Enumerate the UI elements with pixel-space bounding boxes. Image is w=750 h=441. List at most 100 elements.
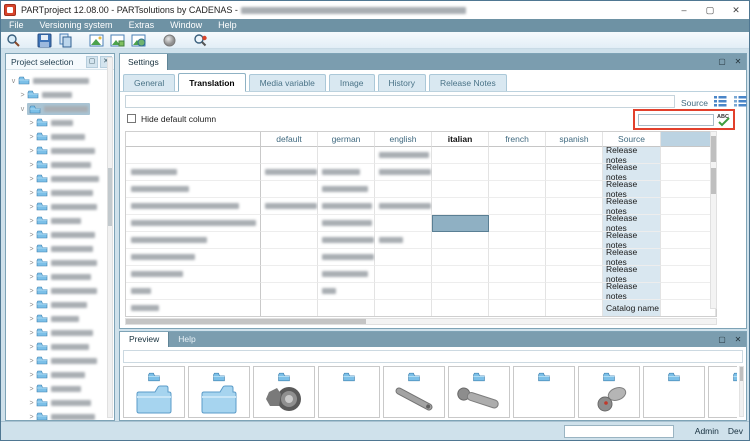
cell-spanish[interactable] [546,181,603,198]
cell-french[interactable] [489,198,546,215]
expand-icon[interactable]: > [27,190,36,197]
cell-french[interactable] [489,283,546,300]
tab-help[interactable]: Help [169,332,204,347]
expand-icon[interactable]: > [27,260,36,267]
cell-french[interactable] [489,232,546,249]
cell-default[interactable] [261,266,318,283]
image-globe-icon[interactable] [131,33,146,48]
cell-italian[interactable] [432,266,489,283]
cell-default[interactable] [261,215,318,232]
cell-extra[interactable] [661,266,716,283]
tab-release-notes[interactable]: Release Notes [429,74,507,91]
menu-extras[interactable]: Extras [121,19,163,32]
column-header-english[interactable]: english [375,132,432,147]
cell-english[interactable] [375,147,432,164]
tree-item-content[interactable] [27,86,72,104]
cell-extra[interactable] [661,283,716,300]
expand-icon[interactable]: > [27,218,36,225]
cell-header[interactable] [126,300,261,317]
tab-image[interactable]: Image [329,74,375,91]
menu-window[interactable]: Window [162,19,210,32]
expand-icon[interactable]: > [27,316,36,323]
tree-item-content[interactable] [36,408,95,420]
cell-german[interactable] [318,300,375,317]
settings-panel-title[interactable]: Settings [120,54,168,70]
table-search-input[interactable] [638,114,714,126]
close-button[interactable]: ✕ [723,1,749,19]
column-header-french[interactable]: french [489,132,546,147]
cell-german[interactable] [318,283,375,300]
menu-versioning-system[interactable]: Versioning system [32,19,121,32]
expand-icon[interactable]: > [18,92,27,99]
cell-german[interactable] [318,181,375,198]
preview-card[interactable] [383,366,445,418]
expand-icon[interactable]: > [27,176,36,183]
collapse-icon[interactable]: v [18,106,27,113]
preview-maximize-icon[interactable]: ▢ [714,332,730,348]
expand-icon[interactable]: > [27,358,36,365]
cell-german[interactable] [318,266,375,283]
cell-german[interactable] [318,147,375,164]
preview-card[interactable] [253,366,315,418]
settings-maximize-icon[interactable]: ▢ [714,54,730,70]
cell-header[interactable] [126,266,261,283]
tab-history[interactable]: History [378,74,426,91]
expand-icon[interactable]: > [27,302,36,309]
cell-french[interactable] [489,164,546,181]
spellcheck-abc-icon[interactable]: ABC [716,112,732,128]
expand-icon[interactable]: > [27,330,36,337]
cell-header[interactable] [126,164,261,181]
save-icon[interactable] [37,33,52,48]
column-header-german[interactable]: german [318,132,375,147]
status-input[interactable] [564,425,674,438]
preview-close-icon[interactable]: ✕ [730,332,746,348]
cell-french[interactable] [489,249,546,266]
cell-italian[interactable] [432,164,489,181]
cell-german[interactable] [318,215,375,232]
cell-spanish[interactable] [546,147,603,164]
cell-extra[interactable] [661,147,716,164]
column-header-italian[interactable]: italian [432,132,489,147]
expand-icon[interactable]: > [27,120,36,127]
cell-french[interactable] [489,300,546,317]
menu-help[interactable]: Help [210,19,245,32]
cell-english[interactable] [375,198,432,215]
cell-french[interactable] [489,181,546,198]
tab-media-variable[interactable]: Media variable [249,74,326,91]
tab-translation[interactable]: Translation [178,73,245,92]
cell-spanish[interactable] [546,266,603,283]
preview-card[interactable] [448,366,510,418]
cell-spanish[interactable] [546,283,603,300]
expand-icon[interactable]: > [27,372,36,379]
cell-italian[interactable] [432,283,489,300]
cell-source[interactable]: Release notes [603,283,661,300]
cell-english[interactable] [375,300,432,317]
cell-default[interactable] [261,283,318,300]
cell-extra[interactable] [661,215,716,232]
preview-path-bar[interactable] [123,350,743,363]
expand-icon[interactable]: > [27,414,36,421]
tree-item[interactable]: > [6,88,114,102]
tree-scrollbar[interactable] [107,57,113,418]
hide-default-column-checkbox[interactable] [127,114,136,123]
expand-icon[interactable]: > [27,148,36,155]
cell-german[interactable] [318,164,375,181]
table-hscroll-thumb[interactable] [126,319,366,324]
expand-icon[interactable]: > [27,162,36,169]
cell-header[interactable] [126,215,261,232]
cell-extra[interactable] [661,181,716,198]
image-export-icon[interactable] [89,33,104,48]
cell-spanish[interactable] [546,249,603,266]
tree-scrollbar-thumb[interactable] [108,168,112,226]
sphere-icon[interactable] [162,33,177,48]
column-header-rowheader[interactable] [126,132,261,147]
tab-general[interactable]: General [123,74,175,91]
cell-german[interactable] [318,232,375,249]
search-project-icon[interactable] [6,33,21,48]
cell-extra[interactable] [661,232,716,249]
cell-english[interactable] [375,181,432,198]
expand-icon[interactable]: > [27,400,36,407]
tab-preview[interactable]: Preview [120,332,169,347]
cell-default[interactable] [261,147,318,164]
collapse-icon[interactable]: v [9,78,18,85]
